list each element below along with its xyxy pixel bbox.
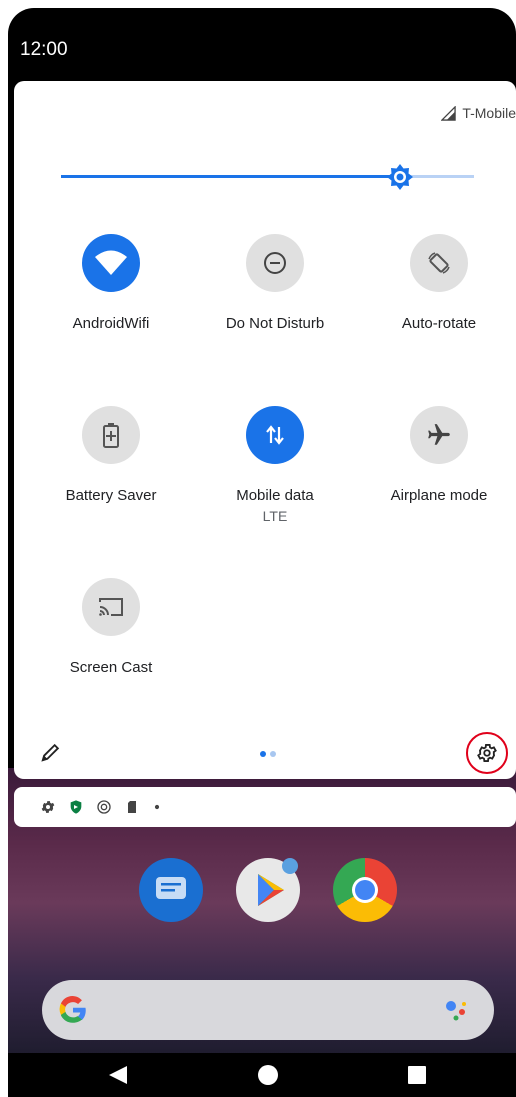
tile-mobile-data-sublabel: LTE (262, 508, 288, 524)
edit-pencil-icon[interactable] (40, 741, 62, 763)
tile-auto-rotate-label: Auto-rotate (401, 315, 477, 332)
tile-screen-cast[interactable]: Screen Cast (31, 578, 191, 678)
status-bar-time: 12:00 (20, 39, 68, 60)
tile-dnd-label: Do Not Disturb (225, 315, 325, 332)
auto-rotate-icon (428, 252, 450, 274)
back-icon[interactable] (107, 1064, 129, 1086)
settings-button[interactable] (466, 732, 508, 774)
google-assistant-icon[interactable] (442, 995, 472, 1025)
tile-mobile-data[interactable]: Mobile data LTE (195, 406, 355, 526)
tile-wifi-button[interactable] (82, 234, 140, 292)
mobile-data-icon (266, 425, 284, 445)
recents-icon[interactable] (406, 1064, 428, 1086)
more-dot-icon (154, 804, 160, 810)
tile-do-not-disturb[interactable]: Do Not Disturb (195, 234, 355, 334)
battery-saver-icon (103, 423, 119, 448)
tile-screen-cast-label: Screen Cast (69, 659, 153, 676)
google-search-bar[interactable] (42, 980, 494, 1040)
messages-app-icon[interactable] (139, 858, 203, 922)
home-icon[interactable] (257, 1064, 279, 1086)
tile-wifi[interactable]: AndroidWifi (31, 234, 191, 334)
gear-icon (477, 744, 497, 762)
tile-airplane-button[interactable] (410, 406, 468, 464)
home-dock (8, 858, 516, 928)
message-bubble-icon (156, 877, 186, 899)
tile-auto-rotate[interactable]: Auto-rotate (359, 234, 516, 334)
tile-battery-saver-button[interactable] (82, 406, 140, 464)
page-dot (270, 751, 276, 757)
tile-battery-saver-label: Battery Saver (65, 487, 157, 504)
screen-cast-icon (99, 598, 123, 616)
tile-mobile-data-button[interactable] (246, 406, 304, 464)
tile-airplane-label: Airplane mode (390, 487, 488, 504)
chrome-app-icon[interactable] (333, 858, 397, 922)
brightness-slider[interactable] (61, 164, 474, 190)
page-indicator (260, 751, 276, 757)
google-logo-icon (59, 996, 86, 1023)
tile-battery-saver[interactable]: Battery Saver (31, 406, 191, 506)
airplane-icon (428, 424, 450, 445)
page-dot-active (260, 751, 266, 757)
chrome-icon (352, 877, 378, 903)
navigation-bar (8, 1053, 516, 1097)
carrier-indicator: T-Mobile (441, 105, 516, 121)
sd-card-icon (128, 801, 136, 813)
carrier-name: T-Mobile (462, 105, 516, 121)
tile-auto-rotate-button[interactable] (410, 234, 468, 292)
tile-wifi-label: AndroidWifi (72, 315, 150, 332)
do-not-disturb-icon (264, 252, 286, 274)
tile-mobile-data-label: Mobile data (236, 487, 314, 504)
sync-icon (97, 800, 111, 814)
tile-dnd-button[interactable] (246, 234, 304, 292)
brightness-track-fill (61, 175, 400, 178)
signal-icon (441, 105, 457, 121)
shield-icon (70, 800, 82, 814)
notification-icons-strip[interactable] (14, 787, 516, 827)
brightness-thumb-icon[interactable] (386, 163, 414, 191)
notification-dot (282, 858, 298, 874)
settings-notification-icon (41, 801, 55, 813)
device-screen: 12:00 T-Mobile AndroidWifi Do Not Distur… (8, 8, 516, 1097)
tile-airplane-mode[interactable]: Airplane mode (359, 406, 516, 506)
wifi-icon (95, 250, 127, 275)
tile-screen-cast-button[interactable] (82, 578, 140, 636)
quick-settings-panel: T-Mobile AndroidWifi Do Not Disturb Auto… (14, 81, 516, 779)
